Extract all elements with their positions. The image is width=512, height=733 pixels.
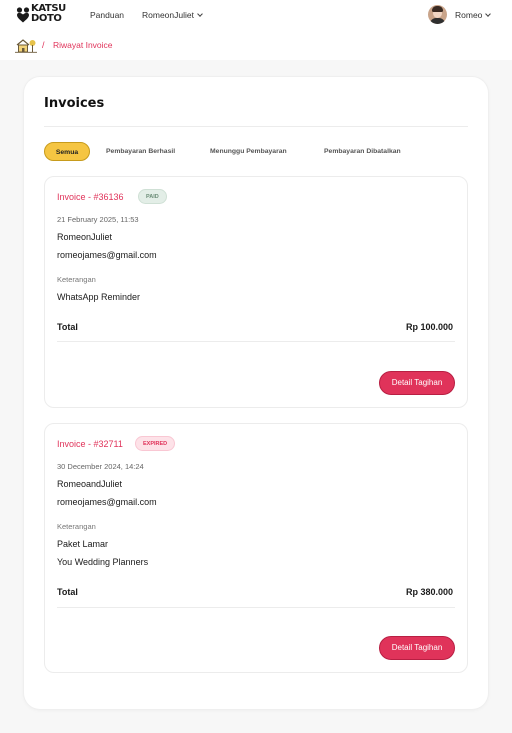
nav-user-menu[interactable]: RomeonJuliet (142, 10, 203, 20)
chevron-down-icon (197, 11, 203, 17)
top-navbar: KATSU DOTO Panduan RomeonJuliet Romeo (0, 0, 512, 30)
invoice-description: WhatsApp Reminder (57, 292, 141, 302)
invoices-card: Invoices Semua Pembayaran Berhasil Menun… (24, 77, 488, 709)
invoice-id[interactable]: Invoice - #36136 (57, 192, 124, 202)
tab-pembayaran-dibatalkan[interactable]: Pembayaran Dibatalkan (324, 142, 401, 161)
katsudoto-logo[interactable]: KATSU DOTO (16, 4, 76, 26)
invoice-card: Invoice - #36136 PAID 21 February 2025, … (44, 176, 468, 408)
invoice-total-label: Total (57, 322, 78, 332)
profile-menu[interactable]: Romeo (455, 10, 492, 20)
status-badge: EXPIRED (135, 436, 176, 451)
status-badge: PAID (138, 189, 167, 204)
divider (57, 607, 455, 608)
page-title: Invoices (44, 96, 105, 111)
invoice-customer-name: RomeonJuliet (57, 232, 113, 242)
invoice-card: Invoice - #32711 EXPIRED 30 December 202… (44, 423, 468, 673)
nav-user-menu-label: RomeonJuliet (142, 10, 194, 20)
invoice-customer-name: RomeoandJuliet (57, 479, 123, 489)
divider (57, 341, 455, 342)
invoice-description-label: Keterangan (57, 522, 96, 531)
breadcrumb-separator: / (42, 40, 45, 50)
invoice-date: 30 December 2024, 14:24 (57, 462, 144, 471)
invoice-total-value: Rp 380.000 (405, 587, 453, 597)
logo-line-2: DOTO (31, 13, 62, 24)
tab-pembayaran-berhasil[interactable]: Pembayaran Berhasil (106, 142, 175, 161)
invoice-date: 21 February 2025, 11:53 (57, 215, 139, 224)
invoice-description: Paket Lamar (57, 539, 109, 549)
invoice-id[interactable]: Invoice - #32711 (57, 439, 123, 449)
invoice-customer-email: romeojames@gmail.com (57, 497, 157, 507)
invoice-description: You Wedding Planners (57, 557, 149, 567)
divider (44, 126, 468, 127)
invoice-total-value: Rp 100.000 (405, 322, 453, 332)
invoice-total-label: Total (57, 587, 78, 597)
tab-menunggu-pembayaran[interactable]: Menunggu Pembayaran (210, 142, 287, 161)
breadcrumb: / Riwayat Invoice (0, 30, 512, 60)
logo-wordmark: KATSU DOTO (31, 4, 66, 24)
profile-name: Romeo (455, 10, 483, 20)
chevron-down-icon (485, 11, 492, 17)
invoice-description-label: Keterangan (57, 275, 96, 284)
nav-panduan-link[interactable]: Panduan (90, 10, 124, 20)
breadcrumb-current: Riwayat Invoice (53, 40, 113, 50)
invoice-customer-email: romeojames@gmail.com (57, 250, 157, 260)
avatar[interactable] (428, 5, 447, 24)
katsudoto-logo-icon (16, 7, 30, 23)
detail-tagihan-button[interactable]: Detail Tagihan (379, 636, 455, 660)
detail-tagihan-button[interactable]: Detail Tagihan (379, 371, 455, 395)
home-icon[interactable] (15, 38, 37, 53)
tab-semua[interactable]: Semua (44, 142, 90, 161)
